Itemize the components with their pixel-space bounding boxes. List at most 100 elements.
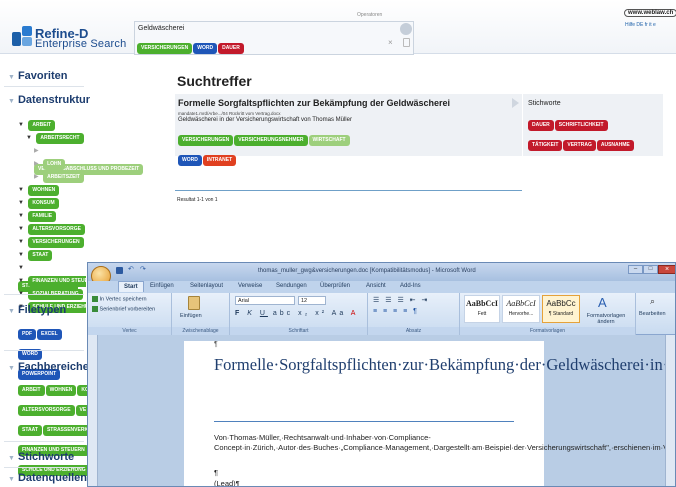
keyword-tag[interactable]: VERTRAG [563,140,596,151]
result-tag[interactable]: INTRANET [202,155,237,166]
fach-tag[interactable]: ARBEIT [18,385,45,396]
paragraph-icons[interactable]: ☰ ☰ ☰ ⇤ ⇥ [373,296,429,304]
group-label: Absatz [368,327,459,335]
result-tags: VERSICHERUNGEN VERSICHERUNGSNEHMER WIRTSCH… [178,128,378,168]
result-title[interactable]: Formelle Sorgfaltspflichten zur Bekämpfu… [178,98,450,108]
format-styles-button[interactable]: Formatvorlagen ändern [586,313,626,325]
divider [4,294,84,295]
fach-tag[interactable]: WOHNEN [45,385,77,396]
query-tag[interactable]: WORD [193,43,218,54]
doc-title-underline [214,421,514,422]
doc-body[interactable]: Von·Thomas·Müller,·Rechtsanwalt·und·Inha… [214,433,675,453]
section-favoriten[interactable]: ▼ Favoriten [0,70,67,82]
divider [4,467,84,468]
tab-add-ins[interactable]: Add-Ins [400,283,421,289]
filetype-tags: PDF EXCELWORDPOWERPOINT [18,322,84,382]
divider [4,350,84,351]
collapse-icon: ▼ [8,476,15,483]
keyword-tag[interactable]: DAUER [528,120,554,131]
group-label: Zwischenablage [172,327,229,335]
group-label: Schriftart [230,327,367,335]
fach-tag[interactable]: ALTERSVORSORGE [18,405,75,416]
header-links[interactable]: Hilfe DE fr it e [625,22,656,28]
font-size-select[interactable]: 12 [298,296,326,305]
search-icon[interactable] [400,23,412,35]
vertec-icon [92,306,98,312]
search-box[interactable]: Geldwäscherei VERSICHERUNGEN WORD DAUER × [134,21,414,55]
word-titlebar[interactable]: ↶ ↷ thomas_muller_gwg&versicherungen.doc… [88,263,675,286]
result-tag[interactable]: WORD [178,155,202,166]
trash-icon[interactable] [403,38,410,47]
filetype-tag[interactable]: PDF [18,329,36,340]
section-fachbereiche[interactable]: ▼ Fachbereiche [0,361,89,373]
search-input[interactable]: Geldwäscherei [138,25,184,32]
result-tag[interactable]: VERSICHERUNGSNEHMER [234,135,308,146]
tab-einfuegen[interactable]: Einfügen [150,283,174,289]
query-tag[interactable]: DAUER [218,43,244,54]
tab-sendungen[interactable]: Sendungen [276,283,307,289]
doc-lead[interactable]: (Lead)¶ [214,479,240,486]
style-hervorhebung[interactable]: AaBbCcI Hervorhe... [502,295,540,323]
logo-icon [12,26,32,46]
keyword-tag[interactable]: TÄTIGKEIT [528,140,563,151]
ribbon: In Vertec speichern Serienbrief vorberei… [88,293,675,335]
expand-icon: ▼ [18,122,24,128]
result-card[interactable]: Formelle Sorgfaltspflichten zur Bekämpfu… [175,94,522,166]
vertec-save-button[interactable]: In Vertec speichern [92,296,147,302]
style-standard[interactable]: AaBbCc ¶ Standard [542,295,580,323]
minimize-button[interactable]: – [628,265,643,274]
align-icons[interactable]: ≡ ≡ ≡ ≡ ¶ [373,308,419,315]
clear-icon[interactable]: × [388,38,393,47]
section-filetypen[interactable]: ▼ Filetypen [0,304,66,316]
binoculars-icon: ⌕ [650,296,656,306]
ruler [88,335,98,486]
edit-button[interactable]: Bearbeiten [639,311,666,317]
collapse-icon: ▼ [8,455,15,462]
tab-start[interactable]: Start [118,281,144,292]
redo-icon[interactable]: ↷ [140,265,146,273]
tab-seitenlayout[interactable]: Seitenlayout [190,283,223,289]
font-name-select[interactable]: Arial [235,296,295,305]
fach-tag[interactable]: STAAT [18,425,42,436]
tab-ansicht[interactable]: Ansicht [366,283,386,289]
group-vertec: In Vertec speichern Serienbrief vorberei… [88,293,172,335]
save-icon[interactable] [116,267,123,274]
doc-title[interactable]: Formelle·Sorgfaltspflichten·zur·Bekämpfu… [214,355,675,375]
section-stichworte[interactable]: ▼ Stichworte [0,451,74,463]
filetype-tag[interactable]: EXCEL [37,329,62,340]
vertical-scrollbar[interactable] [665,335,675,486]
font-format-icons[interactable]: F K U abc x₂ x² Aa A [235,310,358,317]
tab-ueberpruefen[interactable]: Überprüfen [320,283,350,289]
stichworte-arrow-icon [512,98,519,108]
fach-tags: ARBEITWOHNENKO ALTERSVORSORGEVE STAATSTR… [18,378,88,478]
expand-icon: ▼ [26,135,32,141]
style-fett[interactable]: AaBbCcI Fett [464,295,500,323]
paste-button[interactable]: Einfügen [180,313,202,319]
window-title: thomas_muller_gwg&versicherungen.doc [Ko… [258,268,476,274]
paste-icon[interactable] [188,296,200,310]
maximize-button[interactable]: □ [643,265,658,274]
vertec-letter-button[interactable]: Serienbrief vorbereiten [92,306,155,312]
doc-pilcrow: ¶ [214,341,218,348]
collapse-icon: ▼ [8,308,15,315]
fach-tag[interactable]: STRASSENVERK [42,425,88,436]
collapse-icon: ▼ [8,98,15,105]
section-datenquellen[interactable]: ▼ Datenquellen [0,472,87,484]
keyword-tag[interactable]: AUSNAHME [596,140,634,151]
document-page[interactable]: ¶ Formelle·Sorgfaltspflichten·zur·Bekämp… [184,341,675,486]
undo-icon[interactable]: ↶ [128,265,134,273]
stichworte-tags: DAUER SCHRIFTLICHKEIT TÄTIGKEIT VERTRAG AUS… [528,113,663,153]
query-tag[interactable]: VERSICHERUNGEN [137,43,193,54]
tab-verweise[interactable]: Verweise [238,283,262,289]
section-datenstruktur[interactable]: ▼ Datenstruktur [0,94,90,106]
site-badge[interactable]: www.weblaw.ch [624,9,676,17]
close-button[interactable]: × [658,265,675,274]
result-tag[interactable]: VERSICHERUNGEN [178,135,234,146]
word-window[interactable]: ↶ ↷ thomas_muller_gwg&versicherungen.doc… [87,262,676,487]
keyword-tag[interactable]: SCHRIFTLICHKEIT [554,120,608,131]
result-tag[interactable]: WIRTSCHAFT [308,135,350,146]
group-styles: AaBbCcI Fett AaBbCcI Hervorhe... AaBbCc … [460,293,636,335]
logo-subtitle: Enterprise Search [35,38,127,50]
results-divider [175,190,522,191]
query-tags: VERSICHERUNGEN WORD DAUER [137,36,337,56]
